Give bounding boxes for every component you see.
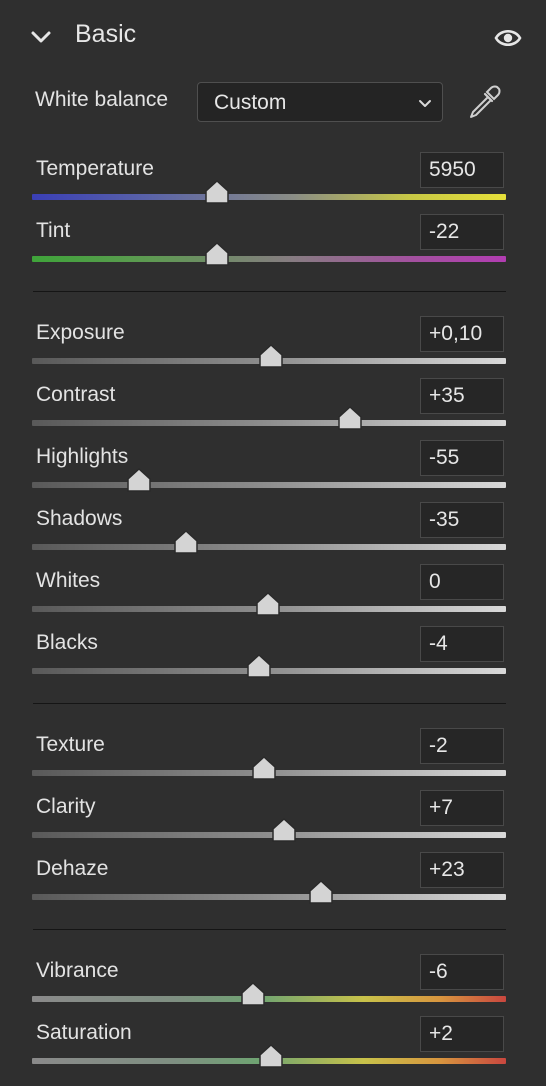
whites-slider-thumb[interactable] (255, 591, 281, 617)
whites-label: Whites (36, 569, 101, 592)
vibrance-label: Vibrance (36, 959, 119, 982)
slider-row-dehaze: Dehaze +23 (0, 852, 546, 919)
shadows-value-field[interactable]: -35 (420, 502, 504, 538)
highlights-slider-thumb[interactable] (126, 467, 152, 493)
slider-row-saturation: Saturation +2 (0, 1016, 546, 1083)
saturation-slider-thumb[interactable] (258, 1043, 284, 1069)
temperature-slider-track[interactable] (32, 194, 506, 200)
section-divider (33, 291, 506, 292)
contrast-slider-track[interactable] (32, 420, 506, 426)
vibrance-slider-thumb[interactable] (240, 981, 266, 1007)
basic-panel: Basic White balance Custom Temperature 59… (0, 0, 546, 1086)
dehaze-slider-track[interactable] (32, 894, 506, 900)
texture-slider-thumb[interactable] (251, 755, 277, 781)
slider-row-whites: Whites 0 (0, 564, 546, 631)
panel-title: Basic (75, 20, 137, 48)
slider-row-blacks: Blacks -4 (0, 626, 546, 693)
blacks-value-field[interactable]: -4 (420, 626, 504, 662)
tint-value-field[interactable]: -22 (420, 214, 504, 250)
shadows-slider-thumb[interactable] (173, 529, 199, 555)
exposure-label: Exposure (36, 321, 125, 344)
slider-row-texture: Texture -2 (0, 728, 546, 795)
tint-slider-track[interactable] (32, 256, 506, 262)
slider-row-shadows: Shadows -35 (0, 502, 546, 569)
dehaze-slider-thumb[interactable] (308, 879, 334, 905)
slider-row-vibrance: Vibrance -6 (0, 954, 546, 1021)
slider-row-clarity: Clarity +7 (0, 790, 546, 857)
panel-header[interactable]: Basic (0, 0, 546, 74)
contrast-label: Contrast (36, 383, 116, 406)
vibrance-value-field[interactable]: -6 (420, 954, 504, 990)
shadows-slider-track[interactable] (32, 544, 506, 550)
temperature-slider-thumb[interactable] (204, 179, 230, 205)
chevron-down-icon[interactable] (30, 26, 52, 48)
slider-row-tint: Tint -22 (0, 214, 546, 281)
eye-icon[interactable] (494, 26, 522, 50)
dehaze-label: Dehaze (36, 857, 109, 880)
clarity-slider-thumb[interactable] (271, 817, 297, 843)
exposure-value-field[interactable]: +0,10 (420, 316, 504, 352)
contrast-slider-thumb[interactable] (337, 405, 363, 431)
white-balance-dropdown[interactable]: Custom (197, 82, 443, 122)
temperature-label: Temperature (36, 157, 154, 180)
white-balance-label: White balance (35, 88, 169, 111)
shadows-label: Shadows (36, 507, 123, 530)
eyedropper-icon[interactable] (466, 84, 502, 120)
tint-label: Tint (36, 219, 71, 242)
highlights-slider-track[interactable] (32, 482, 506, 488)
saturation-value-field[interactable]: +2 (420, 1016, 504, 1052)
blacks-label: Blacks (36, 631, 98, 654)
clarity-slider-track[interactable] (32, 832, 506, 838)
vibrance-slider-track[interactable] (32, 996, 506, 1002)
white-balance-value: Custom (214, 91, 287, 114)
clarity-label: Clarity (36, 795, 96, 818)
slider-row-highlights: Highlights -55 (0, 440, 546, 507)
texture-value-field[interactable]: -2 (420, 728, 504, 764)
whites-value-field[interactable]: 0 (420, 564, 504, 600)
slider-row-exposure: Exposure +0,10 (0, 316, 546, 383)
highlights-value-field[interactable]: -55 (420, 440, 504, 476)
exposure-slider-thumb[interactable] (258, 343, 284, 369)
section-divider (33, 703, 506, 704)
saturation-label: Saturation (36, 1021, 132, 1044)
contrast-value-field[interactable]: +35 (420, 378, 504, 414)
highlights-label: Highlights (36, 445, 129, 468)
texture-label: Texture (36, 733, 105, 756)
tint-slider-thumb[interactable] (204, 241, 230, 267)
chevron-down-icon (419, 100, 431, 107)
dehaze-value-field[interactable]: +23 (420, 852, 504, 888)
clarity-value-field[interactable]: +7 (420, 790, 504, 826)
section-divider (33, 929, 506, 930)
slider-row-temperature: Temperature 5950 (0, 152, 546, 219)
blacks-slider-thumb[interactable] (246, 653, 272, 679)
temperature-value-field[interactable]: 5950 (420, 152, 504, 188)
slider-row-contrast: Contrast +35 (0, 378, 546, 445)
